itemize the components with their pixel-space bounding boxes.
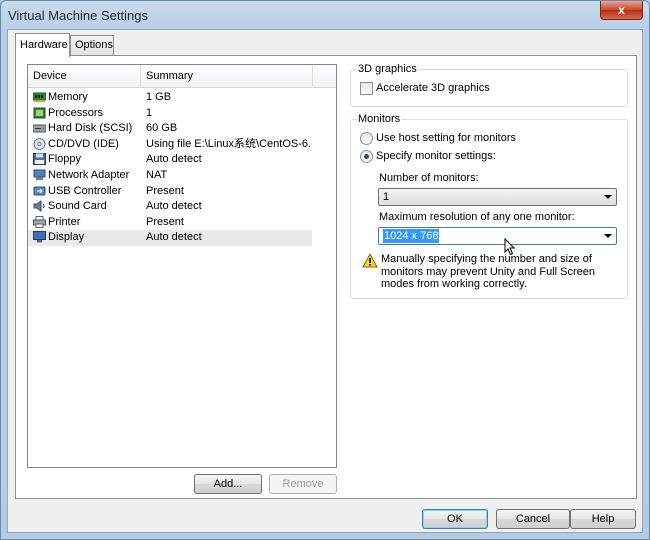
chevron-down-icon <box>604 195 612 199</box>
remove-button[interactable]: Remove <box>269 474 337 494</box>
number-of-monitors-select[interactable]: 1 <box>378 188 617 206</box>
device-row-usb-controller[interactable]: USB Controller Present <box>28 184 336 200</box>
specify-monitor-settings-radio[interactable] <box>360 150 373 163</box>
usb-icon <box>33 186 46 196</box>
device-name: Network Adapter <box>48 168 130 181</box>
device-row-hard-disk[interactable]: Hard Disk (SCSI) 60 GB <box>28 121 336 137</box>
device-summary: Present <box>146 215 184 228</box>
monitor-warning-text: Manually specifying the number and size … <box>381 253 595 290</box>
max-resolution-label: Maximum resolution of any one monitor: <box>379 211 575 223</box>
hardware-panel: Device Summary Memory 1 GB Processors 1 … <box>15 55 637 499</box>
title-bar[interactable]: Virtual Machine Settings x <box>1 1 649 29</box>
device-summary: Auto detect <box>146 200 202 213</box>
device-name: CD/DVD (IDE) <box>48 137 119 150</box>
warning-icon <box>362 253 378 268</box>
device-summary: Present <box>146 184 184 197</box>
tab-options-label: Options <box>75 39 113 51</box>
device-summary: 60 GB <box>146 122 178 135</box>
cd-dvd-icon <box>33 137 46 150</box>
memory-icon <box>33 92 46 102</box>
accelerate-3d-label[interactable]: Accelerate 3D graphics <box>376 82 490 95</box>
use-host-setting-label[interactable]: Use host setting for monitors <box>376 132 516 145</box>
device-row-display[interactable]: Display Auto detect <box>28 230 312 246</box>
device-name: Printer <box>48 215 81 228</box>
column-header-device[interactable]: Device <box>28 65 141 88</box>
monitors-group-title: Monitors <box>357 113 402 125</box>
graphics-group-title: 3D graphics <box>357 63 418 75</box>
list-header: Device Summary <box>28 65 336 88</box>
device-name: Floppy <box>48 153 82 166</box>
device-list[interactable]: Device Summary Memory 1 GB Processors 1 … <box>27 64 337 468</box>
device-summary: Auto detect <box>146 153 202 166</box>
device-row-cd-dvd[interactable]: CD/DVD (IDE) Using file E:\Linux系统\CentO… <box>28 137 336 153</box>
close-icon: x <box>618 3 625 17</box>
graphics-group: 3D graphics Accelerate 3D graphics <box>350 63 628 107</box>
cancel-button[interactable]: Cancel <box>496 509 570 529</box>
dialog-body: Hardware Options Device Summary Memory 1… <box>7 29 643 533</box>
use-host-setting-radio[interactable] <box>360 132 373 145</box>
sound-card-icon <box>33 200 45 213</box>
ok-button[interactable]: OK <box>422 509 488 529</box>
device-rows: Memory 1 GB Processors 1 Hard Disk (SCSI… <box>28 90 336 246</box>
hard-disk-icon <box>33 124 46 133</box>
tab-options[interactable]: Options <box>70 35 114 55</box>
display-icon <box>33 231 46 243</box>
mouse-pointer-icon <box>504 238 516 256</box>
column-header-summary[interactable]: Summary <box>141 65 313 88</box>
monitors-group: Monitors Use host setting for monitors S… <box>350 113 628 299</box>
device-name: Sound Card <box>48 200 107 213</box>
tab-hardware[interactable]: Hardware <box>15 33 70 57</box>
processor-icon <box>33 107 46 119</box>
device-name: Display <box>48 231 85 244</box>
device-row-memory[interactable]: Memory 1 GB <box>28 90 336 106</box>
printer-icon <box>33 215 46 228</box>
add-button[interactable]: Add... <box>194 474 262 494</box>
number-of-monitors-label: Number of monitors: <box>379 172 479 184</box>
device-summary: Using file E:\Linux系统\CentOS-6... <box>146 137 312 150</box>
accelerate-3d-checkbox[interactable] <box>360 82 373 95</box>
number-of-monitors-value: 1 <box>383 191 390 203</box>
device-summary: NAT <box>146 168 168 181</box>
window-title: Virtual Machine Settings <box>8 8 148 23</box>
device-row-processors[interactable]: Processors 1 <box>28 106 336 122</box>
device-summary: Auto detect <box>146 231 202 244</box>
network-adapter-icon <box>33 169 46 180</box>
tab-hardware-label: Hardware <box>20 39 68 51</box>
device-row-floppy[interactable]: Floppy Auto detect <box>28 152 336 168</box>
floppy-icon <box>33 153 46 166</box>
chevron-down-icon <box>604 234 612 238</box>
max-resolution-combobox[interactable]: 1024 x 768 <box>378 227 617 245</box>
device-name: Memory <box>48 91 88 103</box>
device-row-printer[interactable]: Printer Present <box>28 215 336 231</box>
device-name: USB Controller <box>48 184 122 197</box>
device-name: Processors <box>48 106 104 119</box>
device-name: Hard Disk (SCSI) <box>48 122 133 135</box>
max-resolution-value[interactable]: 1024 x 768 <box>383 229 440 243</box>
device-summary: 1 <box>146 106 153 119</box>
device-row-sound-card[interactable]: Sound Card Auto detect <box>28 199 336 215</box>
specify-monitor-settings-label[interactable]: Specify monitor settings: <box>376 150 496 163</box>
device-row-network-adapter[interactable]: Network Adapter NAT <box>28 168 336 184</box>
device-summary: 1 GB <box>146 91 172 103</box>
close-button[interactable]: x <box>600 1 643 20</box>
virtual-machine-settings-window: Virtual Machine Settings x Hardware Opti… <box>0 0 650 540</box>
help-button[interactable]: Help <box>570 509 636 529</box>
